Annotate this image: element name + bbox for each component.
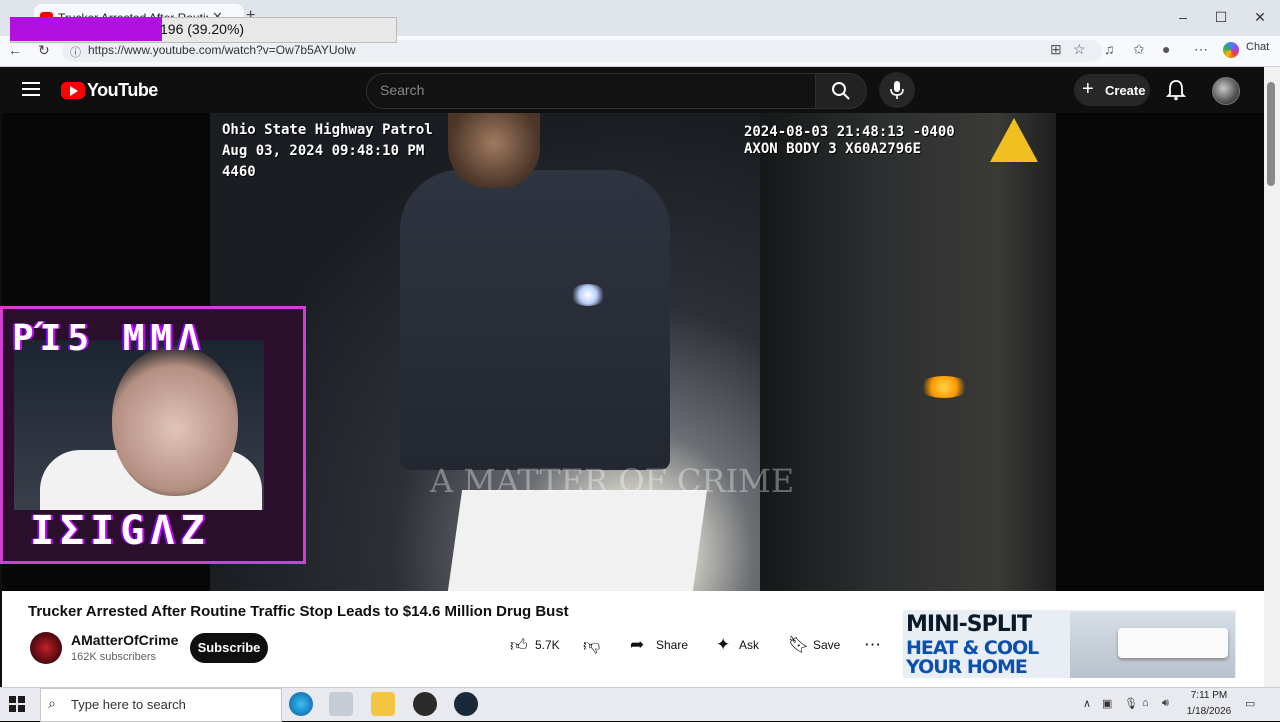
- notifications-bell-icon[interactable]: [1165, 79, 1187, 106]
- subscriber-count: 162K subscribers: [71, 651, 156, 663]
- url-text[interactable]: https://www.youtube.com/watch?v=Ow7b5AYU…: [88, 43, 356, 57]
- channel-avatar[interactable]: [30, 632, 62, 664]
- site-info-icon[interactable]: ⓘ: [70, 44, 81, 60]
- back-icon[interactable]: ←: [8, 42, 22, 58]
- taskbar-search-icon: ⌕: [48, 695, 56, 711]
- like-icon[interactable]: 👍︎: [510, 635, 528, 656]
- favorite-star-icon[interactable]: ☆: [1073, 41, 1086, 58]
- video-title: Trucker Arrested After Routine Traffic S…: [28, 603, 569, 620]
- overlay-agency: Ohio State Highway Patrol: [222, 122, 433, 138]
- officer-head: [448, 113, 540, 188]
- volume-icon[interactable]: 🔊︎: [1162, 697, 1169, 710]
- overlay-camera-id: AXON BODY 3 X60A2796E: [744, 141, 922, 157]
- more-menu-icon[interactable]: ⋯: [1194, 41, 1208, 58]
- close-window-icon[interactable]: ✕: [1245, 6, 1275, 28]
- axon-logo-icon: [990, 118, 1038, 162]
- app-window-icon[interactable]: [329, 692, 353, 716]
- truck-scene: [760, 113, 1056, 591]
- overlay-unit-number: 4460: [222, 164, 256, 180]
- overlay-datetime: Aug 03, 2024 09:48:10 PM: [222, 143, 425, 159]
- clock-date[interactable]: 1/18/2026: [1184, 706, 1234, 717]
- media-icon[interactable]: ♫: [1104, 41, 1115, 57]
- clock-time[interactable]: 7:11 PM: [1184, 690, 1234, 701]
- ask-sparkle-icon[interactable]: ✦: [716, 635, 730, 655]
- officer-figure: [400, 170, 670, 470]
- account-avatar[interactable]: [1212, 77, 1240, 105]
- youtube-play-glyph: [70, 86, 78, 96]
- overlay-timestamp: 2024-08-03 21:48:13 -0400: [744, 124, 955, 140]
- taskbar-search-placeholder[interactable]: Type here to search: [71, 697, 186, 712]
- microphone-icon: [890, 81, 904, 99]
- chat-button[interactable]: Chat: [1246, 41, 1269, 53]
- streamer-face: [112, 346, 238, 496]
- favorites-icon[interactable]: ✩: [1133, 41, 1145, 58]
- webcam-glitch-text-top: ΡΊ5 ΜΜΛ: [12, 318, 206, 359]
- more-actions-icon[interactable]: ⋯: [864, 635, 881, 655]
- windows-start-icon[interactable]: [9, 696, 25, 712]
- channel-name[interactable]: AMatterOfCrime: [71, 632, 178, 648]
- scrollbar-thumb[interactable]: [1267, 82, 1275, 186]
- obs-icon[interactable]: [413, 692, 437, 716]
- youtube-logo-text[interactable]: YouTube: [87, 80, 158, 101]
- reload-icon[interactable]: ↻: [38, 42, 50, 59]
- tray-mic-icon[interactable]: 🎙︎: [1124, 697, 1138, 710]
- ad-headline: MINI-SPLIT: [906, 612, 1032, 637]
- progress-fill: [10, 17, 162, 41]
- like-count[interactable]: 5.7K: [535, 638, 560, 652]
- share-icon[interactable]: ➦: [630, 635, 644, 655]
- ad-line-three: YOUR HOME: [906, 656, 1028, 678]
- create-label: Create: [1105, 83, 1146, 98]
- amber-marker-light: [918, 376, 970, 398]
- save-button[interactable]: Save: [813, 638, 840, 652]
- file-explorer-icon[interactable]: [371, 692, 395, 716]
- mini-split-unit-image: [1118, 628, 1228, 658]
- ask-button[interactable]: Ask: [739, 638, 759, 652]
- video-watermark: A MATTER OF CRIME: [430, 462, 795, 500]
- paper-document: [447, 490, 708, 591]
- share-button[interactable]: Share: [656, 638, 688, 652]
- subscribe-button[interactable]: Subscribe: [190, 633, 268, 663]
- steam-icon[interactable]: [454, 692, 478, 716]
- search-button[interactable]: [815, 73, 867, 109]
- maximize-icon[interactable]: ☐: [1206, 6, 1236, 28]
- bookmark-icon[interactable]: 🔖︎: [788, 635, 810, 655]
- edge-browser-icon[interactable]: [289, 692, 313, 716]
- apps-icon[interactable]: ⊞: [1050, 41, 1062, 58]
- hamburger-menu-icon[interactable]: [22, 80, 40, 96]
- search-input[interactable]: [380, 81, 800, 99]
- network-icon[interactable]: ⌂: [1142, 697, 1149, 709]
- notifications-icon[interactable]: ▭: [1245, 697, 1255, 710]
- dislike-icon[interactable]: 👎︎: [583, 635, 600, 656]
- search-icon: [832, 82, 850, 100]
- webcam-glitch-text-bottom: ΙΣΙGΛΖ: [30, 508, 211, 554]
- tray-chevron-icon[interactable]: ∧: [1083, 697, 1091, 710]
- progress-text: 196 (39.20%): [160, 21, 245, 37]
- tray-app-icon[interactable]: ▣: [1102, 697, 1112, 710]
- plus-icon: +: [1082, 78, 1094, 100]
- profile-icon[interactable]: ●: [1162, 41, 1170, 57]
- minimize-icon[interactable]: –: [1168, 6, 1198, 28]
- voice-search-button[interactable]: [879, 72, 915, 108]
- copilot-icon[interactable]: [1223, 42, 1239, 58]
- flashlight-glow: [570, 284, 606, 306]
